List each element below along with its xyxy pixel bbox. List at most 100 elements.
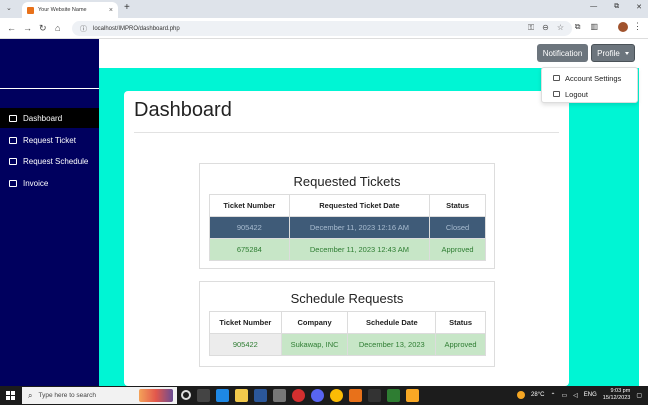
menu-item-label: Account Settings — [565, 73, 622, 83]
sidebar-item-request-ticket[interactable]: Request Ticket — [0, 130, 99, 150]
profile-dropdown-menu: Account Settings Logout — [541, 67, 638, 103]
calendar-icon — [9, 157, 17, 165]
ticket-icon — [9, 136, 17, 144]
cortana-icon[interactable] — [181, 390, 191, 400]
column-header: Requested Ticket Date — [288, 194, 431, 217]
account-settings-menu-item[interactable]: Account Settings — [542, 71, 637, 85]
profile-dropdown-button[interactable]: Profile — [591, 44, 635, 62]
sidebar-item-request-schedule[interactable]: Request Schedule — [0, 151, 99, 171]
edge-icon[interactable] — [216, 389, 229, 402]
new-tab-button[interactable]: + — [124, 2, 130, 13]
sidebar-item-label: Invoice — [23, 178, 49, 188]
windows-taskbar: ⌕ Type here to search 28°C ⌃ ▭ ◁ ENG 9:0… — [0, 386, 648, 405]
terminal-icon[interactable] — [387, 389, 400, 402]
ticket-number-cell: 905422 — [209, 333, 282, 356]
schedule-requests-table: Ticket Number Company Schedule Date Stat… — [209, 311, 486, 356]
requested-tickets-table: Ticket Number Requested Ticket Date Stat… — [209, 194, 486, 261]
search-placeholder: Type here to search — [38, 392, 96, 399]
file-explorer-icon[interactable] — [235, 389, 248, 402]
language-indicator[interactable]: ENG — [584, 392, 597, 398]
site-favicon-icon — [27, 6, 34, 14]
caret-down-icon — [624, 51, 629, 55]
network-icon[interactable]: ▭ — [561, 392, 567, 399]
requested-tickets-panel: Requested Tickets Ticket Number Requeste… — [199, 163, 495, 269]
logout-menu-item[interactable]: Logout — [542, 87, 637, 101]
sidebar-divider — [0, 88, 99, 89]
back-arrow-icon[interactable]: ← — [7, 23, 16, 33]
opera-icon[interactable] — [292, 389, 305, 402]
title-divider — [134, 132, 559, 133]
tab-search-chevron-icon[interactable]: ⌄ — [6, 4, 12, 12]
ticket-date-cell: December 11, 2023 12:16 AM — [288, 216, 431, 239]
window-controls: — ⧉ ✕ — [590, 3, 642, 11]
weather-icon[interactable] — [517, 391, 526, 399]
dashboard-icon — [9, 114, 17, 122]
clock-time: 9:03 pm — [610, 388, 631, 394]
table-row[interactable]: 675284 December 11, 2023 12:43 AM Approv… — [209, 238, 486, 261]
discord-icon[interactable] — [311, 389, 324, 402]
schedule-requests-title: Schedule Requests — [290, 291, 404, 306]
chrome-icon[interactable] — [330, 389, 343, 402]
sidebar-item-dashboard[interactable]: Dashboard — [0, 108, 99, 128]
table-row[interactable]: 905422 December 11, 2023 12:16 AM Closed — [209, 216, 486, 239]
taskbar-search-box[interactable]: ⌕ Type here to search — [22, 387, 177, 404]
tab-title: Your Website Name — [38, 7, 87, 13]
logout-icon — [553, 91, 560, 97]
address-bar[interactable]: ⓘ localhost/IMPRO/dashboard.php ⚿ ⊖ ☆ — [72, 21, 572, 36]
table-header-row: Ticket Number Requested Ticket Date Stat… — [209, 194, 486, 217]
sidebar: Dashboard Request Ticket Request Schedul… — [0, 39, 99, 386]
table-header-row: Ticket Number Company Schedule Date Stat… — [209, 311, 486, 334]
xampp-icon[interactable] — [349, 389, 362, 402]
profile-button-label: Profile — [597, 48, 620, 58]
user-gear-icon — [553, 75, 560, 81]
column-header: Schedule Date — [347, 311, 437, 334]
tray-chevron-icon[interactable]: ⌃ — [550, 392, 555, 399]
forward-arrow-icon[interactable]: → — [23, 23, 32, 33]
page-title: Dashboard — [134, 99, 232, 121]
browser-profile-avatar[interactable] — [618, 22, 628, 32]
dashboard-card: Dashboard Requested Tickets Ticket Numbe… — [124, 91, 569, 386]
vscode-icon[interactable] — [368, 389, 381, 402]
notifications-icon[interactable]: ▢ — [636, 392, 642, 399]
schedule-date-cell: December 13, 2023 — [347, 333, 437, 356]
column-header: Ticket Number — [209, 311, 282, 334]
ticket-number-cell: 905422 — [209, 216, 290, 239]
bookmark-star-icon[interactable]: ☆ — [557, 23, 564, 33]
tab-close-icon[interactable]: × — [109, 7, 113, 14]
close-window-button[interactable]: ✕ — [636, 3, 642, 11]
minimize-button[interactable]: — — [590, 3, 597, 11]
notification-button[interactable]: Notification — [537, 44, 588, 62]
browser-tab-bar: ⌄ Your Website Name × + — ⧉ ✕ — [0, 0, 648, 18]
sidebar-item-label: Request Ticket — [23, 135, 76, 145]
browser-tab[interactable]: Your Website Name × — [22, 2, 118, 18]
column-header: Company — [280, 311, 349, 334]
menu-item-label: Logout — [565, 89, 588, 99]
volume-icon[interactable]: ◁ — [573, 392, 578, 399]
top-navbar: Notification Profile — [99, 39, 648, 68]
windows-start-icon[interactable] — [6, 391, 15, 400]
extensions-icon[interactable]: ⧉ — [575, 22, 581, 32]
maximize-button[interactable]: ⧉ — [614, 3, 619, 11]
status-cell: Approved — [429, 238, 486, 261]
clock[interactable]: 9:03 pm 15/12/2023 — [603, 388, 631, 402]
sidebar-item-invoice[interactable]: Invoice — [0, 173, 99, 193]
side-panel-icon[interactable]: ▥ — [590, 22, 598, 32]
browser-toolbar: ← → ↻ ⌂ ⓘ localhost/IMPRO/dashboard.php … — [0, 18, 648, 39]
table-row[interactable]: 905422 Sukawap, INC December 13, 2023 Ap… — [209, 333, 486, 356]
reload-icon[interactable]: ↻ — [39, 23, 47, 34]
browser-menu-icon[interactable]: ⋮ — [633, 21, 642, 32]
column-header: Ticket Number — [209, 194, 290, 217]
home-icon[interactable]: ⌂ — [55, 23, 60, 33]
word-icon[interactable] — [254, 389, 267, 402]
folder-icon[interactable] — [406, 389, 419, 402]
password-key-icon[interactable]: ⚿ — [528, 23, 534, 33]
clock-date: 15/12/2023 — [602, 395, 631, 401]
status-cell: Approved — [435, 333, 486, 356]
status-cell: Closed — [429, 216, 486, 239]
ticket-date-cell: December 11, 2023 12:43 AM — [288, 238, 431, 261]
site-info-icon[interactable]: ⓘ — [80, 24, 87, 34]
company-cell: Sukawap, INC — [280, 333, 349, 356]
task-view-icon[interactable] — [197, 389, 210, 402]
zoom-icon[interactable]: ⊖ — [542, 23, 549, 33]
store-icon[interactable] — [273, 389, 286, 402]
